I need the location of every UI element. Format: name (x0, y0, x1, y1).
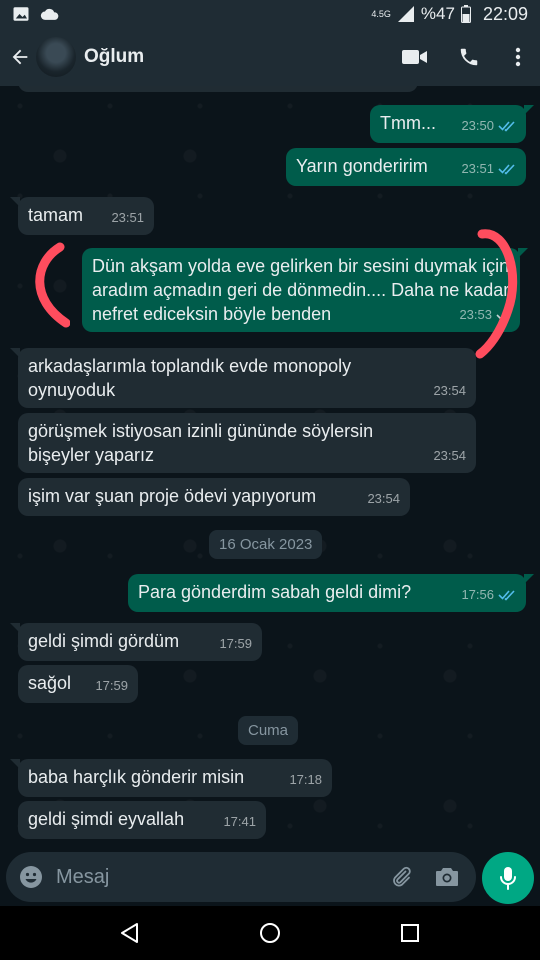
message-time: 17:41 (223, 814, 256, 829)
nav-back-button[interactable] (100, 906, 160, 960)
emoji-button[interactable] (8, 852, 54, 902)
message-out[interactable]: Dün akşam yolda eve gelirken bir sesini … (82, 248, 528, 332)
message-text: Para gönderdim sabah geldi dimi? (138, 582, 412, 602)
message-text: baba harçlık gönderir misin (28, 767, 245, 787)
nav-recents-button[interactable] (380, 906, 440, 960)
network-type: 4.5G (371, 9, 391, 19)
message-text: Dün akşam yolda eve gelirken bir sesini … (92, 256, 510, 324)
avatar[interactable] (36, 37, 76, 77)
message-out[interactable]: Tmm... 23:50 (370, 105, 534, 143)
message-time: 23:50 (461, 118, 494, 133)
message-input[interactable] (56, 865, 376, 889)
message-in[interactable]: sağol 17:59 (18, 665, 138, 703)
message-time: 23:51 (461, 161, 494, 176)
system-navigation-bar (0, 906, 540, 960)
nav-home-icon (259, 922, 281, 944)
more-options-button[interactable] (496, 28, 540, 86)
chat-header: Oğlum (0, 28, 540, 86)
message-in[interactable]: görüşmek istiyosan izinli gününde söyler… (18, 413, 476, 473)
voice-call-button[interactable] (442, 28, 496, 86)
camera-button[interactable] (424, 852, 470, 902)
double-check-icon (498, 589, 516, 601)
nav-recents-icon (400, 923, 420, 943)
date-chip: 16 Ocak 2023 (209, 530, 323, 559)
message-text: işim var şuan proje ödevi yapıyorum (28, 486, 317, 506)
video-call-icon (402, 48, 428, 66)
attach-icon (389, 865, 413, 889)
message-time: 23:54 (433, 448, 466, 463)
signal-icon (397, 5, 415, 23)
message-text: sağol (28, 673, 72, 693)
message-in[interactable]: arkadaşlarımla toplandık evde monopoly o… (10, 348, 476, 408)
message-time: 17:59 (219, 636, 252, 651)
message-text: Tmm... (380, 113, 436, 133)
message-text: arkadaşlarımla toplandık evde monopoly o… (28, 356, 352, 400)
date-chip: Cuma (238, 716, 299, 745)
cloud-icon (40, 6, 60, 22)
message-text: Yarın gonderirim (296, 156, 428, 176)
annotation-bracket-left (35, 242, 70, 328)
double-check-icon (498, 120, 516, 132)
emoji-icon (19, 865, 43, 889)
status-bar: 4.5G %47 22:09 (0, 0, 540, 28)
video-call-button[interactable] (388, 28, 442, 86)
message-in[interactable]: geldi şimdi eyvallah 17:41 (18, 801, 266, 839)
composer (0, 850, 540, 906)
message-time: 23:51 (111, 210, 144, 225)
message-text: geldi şimdi eyvallah (28, 809, 185, 829)
message-text: geldi şimdi gördüm (28, 631, 180, 651)
camera-icon (435, 866, 459, 888)
message-in[interactable]: geldi şimdi gördüm 17:59 (10, 623, 262, 661)
more-vert-icon (515, 47, 521, 67)
mic-icon (499, 866, 517, 890)
clock: 22:09 (482, 3, 528, 24)
message-time: 17:59 (95, 678, 128, 693)
message-text: tamam (28, 205, 84, 225)
battery-icon (460, 5, 471, 23)
nav-back-icon (119, 922, 141, 944)
gallery-icon (12, 5, 30, 23)
message-out[interactable]: Para gönderdim sabah geldi dimi? 17:56 (128, 574, 534, 612)
back-arrow-icon (9, 46, 31, 68)
battery-level: %47 (420, 4, 455, 23)
message-in[interactable]: baba harçlık gönderir misin 17:18 (10, 759, 332, 797)
attach-button[interactable] (378, 852, 424, 902)
message-time: 23:54 (367, 491, 400, 506)
back-button[interactable] (2, 28, 38, 86)
nav-home-button[interactable] (240, 906, 300, 960)
message-in[interactable]: işim var şuan proje ödevi yapıyorum 23:5… (18, 478, 410, 516)
message-time: 17:56 (461, 587, 494, 602)
annotation-bracket-right (475, 229, 518, 359)
double-check-icon (498, 163, 516, 175)
message-input-container (6, 852, 476, 902)
message-time: 17:18 (289, 772, 322, 787)
contact-name[interactable]: Oğlum (84, 46, 144, 68)
message-text: görüşmek istiyosan izinli gününde söyler… (28, 421, 374, 465)
message-out[interactable]: Yarın gonderirim 23:51 (286, 148, 526, 186)
voice-message-button[interactable] (482, 852, 534, 904)
message-in[interactable]: tamam 23:51 (10, 197, 154, 235)
message-time: 23:54 (433, 383, 466, 398)
message-bubble-partial (18, 86, 418, 92)
voice-call-icon (458, 46, 480, 68)
chat-area[interactable]: Tmm... 23:50 Yarın gonderirim 23:51 tama… (0, 86, 540, 850)
